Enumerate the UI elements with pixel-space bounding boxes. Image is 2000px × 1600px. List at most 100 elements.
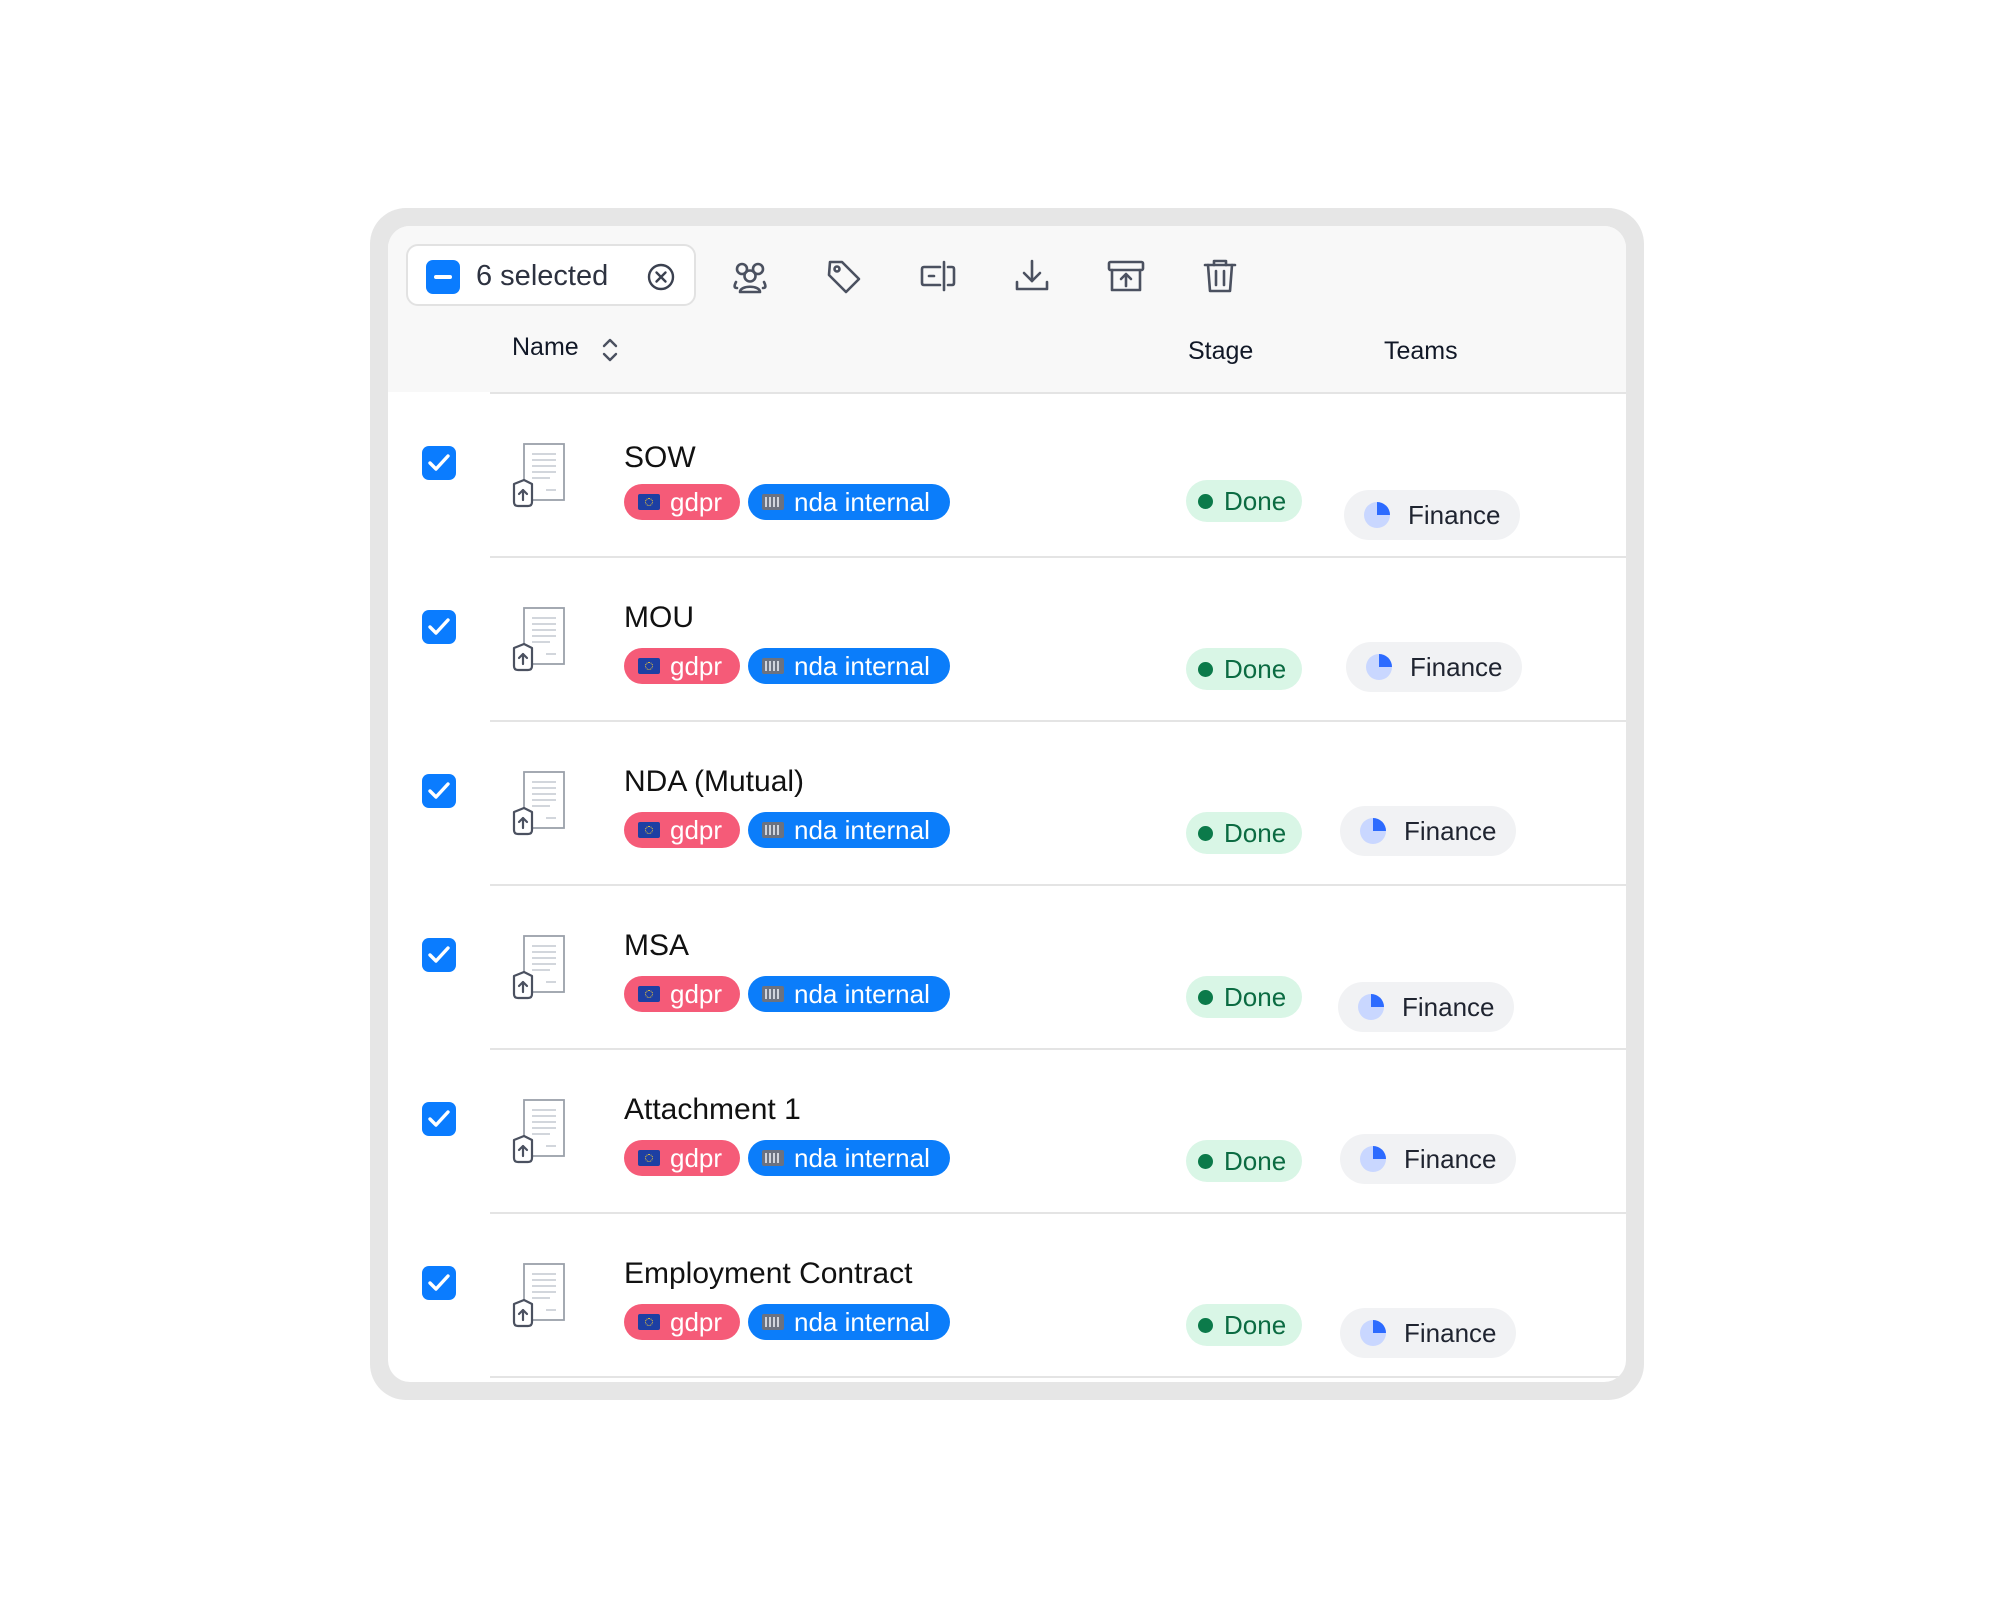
row-checkbox[interactable]: [422, 774, 456, 808]
people-icon[interactable]: [728, 256, 772, 296]
document-name[interactable]: Employment Contract: [624, 1256, 912, 1292]
row-checkbox[interactable]: [422, 938, 456, 972]
stage-label: Done: [1224, 654, 1287, 684]
stage-badge: Done: [1186, 648, 1302, 690]
document-upload-icon: [510, 440, 570, 512]
table-row[interactable]: SOW gdpr nda internal Done Finance: [388, 394, 1626, 558]
stage-badge: Done: [1186, 1304, 1302, 1346]
selection-summary[interactable]: 6 selected: [406, 244, 696, 306]
tag-label: gdpr: [670, 651, 723, 681]
office-building-icon: [762, 1314, 784, 1330]
document-upload-icon: [510, 1260, 570, 1332]
tag-label: gdpr: [670, 487, 723, 517]
column-header-stage: Stage: [1188, 337, 1254, 365]
document-name[interactable]: NDA (Mutual): [624, 764, 804, 800]
office-building-icon: [762, 986, 784, 1002]
tag-nda-internal[interactable]: nda internal: [748, 484, 950, 520]
document-name[interactable]: MOU: [624, 600, 694, 636]
tag-label: nda internal: [794, 487, 930, 517]
selected-count: 6 selected: [476, 260, 609, 292]
column-header-teams: Teams: [1384, 337, 1458, 365]
team-chip[interactable]: Finance: [1340, 1308, 1516, 1358]
document-name[interactable]: MSA: [624, 928, 689, 964]
status-dot-icon: [1198, 494, 1213, 509]
team-label: Finance: [1404, 1318, 1497, 1348]
status-dot-icon: [1198, 990, 1213, 1005]
document-upload-icon: [510, 932, 570, 1004]
team-label: Finance: [1404, 816, 1497, 846]
team-chip[interactable]: Finance: [1340, 1134, 1516, 1184]
stage-badge: Done: [1186, 1140, 1302, 1182]
table-row[interactable]: Employment Contract gdpr nda internal Done F…: [388, 1214, 1626, 1378]
document-upload-icon: [510, 604, 570, 676]
trash-icon[interactable]: [1198, 256, 1242, 296]
pie-chart-icon: [1364, 652, 1394, 682]
tag-gdpr[interactable]: gdpr: [624, 484, 740, 520]
eu-flag-icon: [638, 822, 660, 838]
tag-label: gdpr: [670, 815, 723, 845]
eu-flag-icon: [638, 658, 660, 674]
table-row[interactable]: MOU gdpr nda internal Done Finance: [388, 558, 1626, 722]
document-table: 6 selected Name Stage Teams SOW gdpr nda…: [388, 226, 1626, 1382]
status-dot-icon: [1198, 1154, 1213, 1169]
stage-label: Done: [1224, 486, 1287, 516]
team-chip[interactable]: Finance: [1338, 982, 1514, 1032]
tag-gdpr[interactable]: gdpr: [624, 976, 740, 1012]
rename-icon[interactable]: [916, 256, 960, 296]
table-row[interactable]: Attachment 1 gdpr nda internal Done Finance: [388, 1050, 1626, 1214]
tag-label: gdpr: [670, 1307, 723, 1337]
sort-icon[interactable]: [600, 336, 620, 364]
tag-label: nda internal: [794, 651, 930, 681]
table-row[interactable]: NDA (Mutual) gdpr nda internal Done Finance: [388, 722, 1626, 886]
office-building-icon: [762, 1150, 784, 1166]
row-checkbox[interactable]: [422, 1102, 456, 1136]
team-label: Finance: [1404, 1144, 1497, 1174]
tag-gdpr[interactable]: gdpr: [624, 812, 740, 848]
column-header-name[interactable]: Name: [512, 332, 579, 362]
download-icon[interactable]: [1010, 256, 1054, 296]
eu-flag-icon: [638, 1314, 660, 1330]
eu-flag-icon: [638, 986, 660, 1002]
tag-gdpr[interactable]: gdpr: [624, 1140, 740, 1176]
document-name[interactable]: Attachment 1: [624, 1092, 801, 1128]
stage-label: Done: [1224, 982, 1287, 1012]
team-chip[interactable]: Finance: [1340, 806, 1516, 856]
archive-icon[interactable]: [1104, 256, 1148, 296]
table-row[interactable]: MSA gdpr nda internal Done Finance: [388, 886, 1626, 1050]
tag-gdpr[interactable]: gdpr: [624, 648, 740, 684]
office-building-icon: [762, 658, 784, 674]
tag-label: nda internal: [794, 1307, 930, 1337]
team-chip[interactable]: Finance: [1346, 642, 1522, 692]
stage-label: Done: [1224, 1310, 1287, 1340]
row-checkbox[interactable]: [422, 446, 456, 480]
tag-nda-internal[interactable]: nda internal: [748, 1140, 950, 1176]
status-dot-icon: [1198, 1318, 1213, 1333]
team-label: Finance: [1402, 992, 1495, 1022]
pie-chart-icon: [1358, 1318, 1388, 1348]
pie-chart-icon: [1358, 1144, 1388, 1174]
clear-selection-icon[interactable]: [646, 262, 676, 292]
row-checkbox[interactable]: [422, 1266, 456, 1300]
stage-badge: Done: [1186, 480, 1302, 522]
tag-gdpr[interactable]: gdpr: [624, 1304, 740, 1340]
select-all-checkbox[interactable]: [426, 260, 460, 294]
row-checkbox[interactable]: [422, 610, 456, 644]
stage-badge: Done: [1186, 812, 1302, 854]
stage-label: Done: [1224, 1146, 1287, 1176]
team-chip[interactable]: Finance: [1344, 490, 1520, 540]
tag-icon[interactable]: [822, 256, 866, 296]
document-name[interactable]: SOW: [624, 440, 696, 476]
document-upload-icon: [510, 1096, 570, 1168]
tag-label: nda internal: [794, 979, 930, 1009]
office-building-icon: [762, 494, 784, 510]
tag-nda-internal[interactable]: nda internal: [748, 648, 950, 684]
pie-chart-icon: [1358, 816, 1388, 846]
table-header: 6 selected Name Stage Teams: [388, 226, 1626, 392]
tag-nda-internal[interactable]: nda internal: [748, 976, 950, 1012]
row-divider: [490, 1376, 1626, 1378]
office-building-icon: [762, 822, 784, 838]
tag-nda-internal[interactable]: nda internal: [748, 1304, 950, 1340]
eu-flag-icon: [638, 494, 660, 510]
team-label: Finance: [1408, 500, 1501, 530]
tag-nda-internal[interactable]: nda internal: [748, 812, 950, 848]
